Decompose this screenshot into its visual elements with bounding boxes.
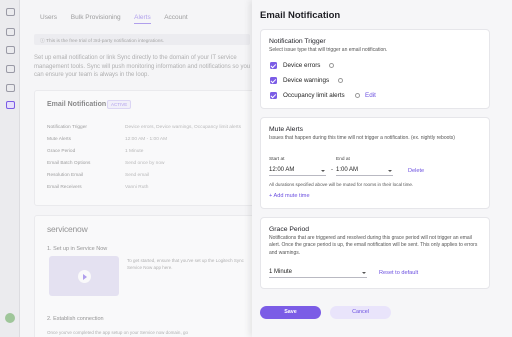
chevron-down-icon — [321, 170, 325, 172]
info-icon[interactable] — [329, 63, 334, 68]
tab-account[interactable]: Account — [164, 14, 188, 21]
grace-period-subtitle: Notifications that are triggered and res… — [269, 235, 478, 256]
notification-trigger-subtitle: Select issue type that will trigger an e… — [269, 47, 388, 53]
mute-note: All durations specified above will be mu… — [269, 182, 414, 187]
add-mute-time-button[interactable]: + Add mute time — [269, 193, 310, 199]
chevron-down-icon — [388, 170, 392, 172]
start-at-label: Start at — [269, 157, 285, 162]
avatar[interactable] — [5, 313, 15, 323]
row-email-batch: Email Batch Options Send once by now — [47, 161, 165, 166]
servicenow-step-1-text: To get started, ensure that you've set u… — [127, 258, 244, 270]
email-notification-card: Email Notification ACTIVE Notification T… — [34, 90, 252, 206]
servicenow-step-2: 2. Establish connection — [47, 316, 104, 322]
mute-alerts-heading: Mute Alerts — [269, 126, 303, 133]
occupancy-limit-checkbox[interactable] — [270, 92, 277, 99]
status-badge: ACTIVE — [107, 100, 132, 109]
devices-icon[interactable] — [6, 46, 15, 54]
chevron-down-icon — [362, 272, 366, 274]
save-button[interactable]: Save — [260, 306, 321, 319]
tab-bar: Users Bulk Provisioning Alerts Account — [40, 14, 200, 24]
mute-alerts-subtitle: Issues that happen during this time will… — [269, 135, 455, 141]
sidebar — [0, 0, 20, 337]
edit-occupancy-link[interactable]: Edit — [365, 92, 376, 99]
end-time-value: 1:00 AM — [336, 167, 359, 173]
reset-to-default-button[interactable]: Reset to default — [379, 270, 418, 276]
range-dash: - — [331, 167, 333, 173]
grace-period-select[interactable]: 1 Minute — [269, 268, 367, 278]
play-icon[interactable] — [78, 270, 91, 283]
trial-notice: ⓘ This is the free trial of 3rd-party no… — [34, 34, 250, 45]
notification-trigger-heading: Notification Trigger — [269, 38, 326, 45]
device-warnings-label: Device warnings — [283, 77, 330, 84]
info-icon[interactable] — [338, 78, 343, 83]
tab-users[interactable]: Users — [40, 14, 57, 21]
row-grace-period: Grace Period 1 Minute — [47, 149, 144, 154]
background-page: Users Bulk Provisioning Alerts Account ⓘ… — [20, 0, 252, 337]
grace-period-section: Grace Period Notifications that are trig… — [260, 217, 490, 289]
end-at-label: End at — [336, 157, 350, 162]
servicenow-step-1: 1. Set up in Service Now — [47, 246, 108, 252]
trial-notice-text: This is the free trial of 3rd-party noti… — [46, 39, 165, 44]
cancel-button[interactable]: Cancel — [330, 306, 391, 319]
cloud-icon[interactable] — [6, 65, 15, 73]
servicenow-video[interactable] — [49, 256, 119, 296]
device-warnings-checkbox[interactable] — [270, 77, 277, 84]
settings-icon[interactable] — [6, 101, 15, 109]
email-notification-drawer: Email Notification Notification Trigger … — [252, 0, 512, 337]
grace-period-heading: Grace Period — [269, 226, 310, 233]
drawer-title: Email Notification — [260, 10, 341, 21]
email-card-title: Email Notification — [47, 101, 107, 108]
row-email-receivers: Email Receivers Vanni Ruth — [47, 185, 149, 190]
occupancy-limit-label: Occupancy limit alerts — [283, 92, 345, 99]
notification-trigger-section: Notification Trigger Select issue type t… — [260, 29, 490, 109]
start-time-value: 12:00 AM — [269, 167, 295, 173]
rooms-icon[interactable] — [6, 28, 15, 36]
servicenow-step-2-text: Once you've completed the app setup on y… — [47, 330, 188, 335]
tab-alerts[interactable]: Alerts — [134, 14, 151, 24]
insights-icon[interactable] — [6, 84, 15, 92]
home-icon[interactable] — [6, 8, 15, 16]
info-icon[interactable] — [355, 93, 360, 98]
mute-alerts-section: Mute Alerts Issues that happen during th… — [260, 117, 490, 209]
device-errors-label: Device errors — [283, 62, 321, 69]
intro-text: Set up email notification or link Sync d… — [34, 55, 251, 79]
grace-period-value: 1 Minute — [269, 269, 293, 275]
row-resolution-email: Resolution Email Send email — [47, 173, 149, 178]
servicenow-logo: servicenow — [47, 224, 88, 234]
end-time-select[interactable]: 1:00 AM — [336, 166, 393, 176]
start-time-select[interactable]: 12:00 AM — [269, 166, 326, 176]
row-notification-trigger: Notification Trigger Device errors, Devic… — [47, 125, 241, 130]
delete-mute-button[interactable]: Delete — [408, 168, 424, 174]
row-mute-alerts: Mute Alerts 12:00 AM - 1:00 AM — [47, 137, 168, 142]
servicenow-card: servicenow 1. Set up in Service Now To g… — [34, 215, 252, 337]
tab-bulk-provisioning[interactable]: Bulk Provisioning — [71, 14, 121, 21]
device-errors-checkbox[interactable] — [270, 62, 277, 69]
